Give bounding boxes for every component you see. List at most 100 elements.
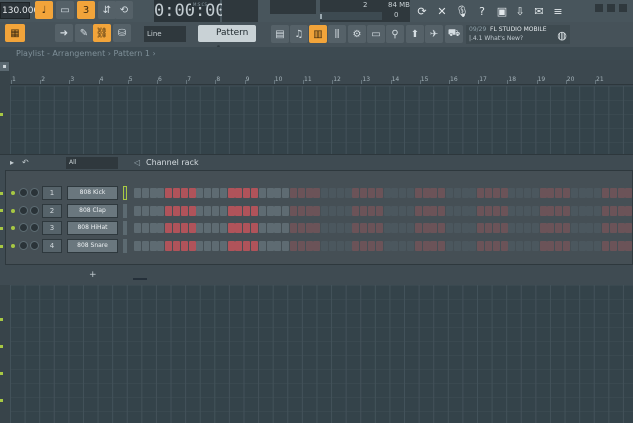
step-button[interactable] bbox=[360, 223, 368, 233]
step-button[interactable] bbox=[586, 206, 594, 216]
step-button[interactable] bbox=[414, 223, 422, 233]
step-button[interactable] bbox=[578, 206, 586, 216]
step-button[interactable] bbox=[188, 188, 196, 198]
step-button[interactable] bbox=[391, 206, 399, 216]
step-button[interactable] bbox=[609, 188, 617, 198]
step-button[interactable] bbox=[539, 206, 547, 216]
step-button[interactable] bbox=[313, 223, 321, 233]
step-button[interactable] bbox=[243, 241, 251, 251]
step-button[interactable] bbox=[594, 241, 602, 251]
step-button[interactable] bbox=[407, 206, 414, 216]
step-button[interactable] bbox=[141, 188, 149, 198]
step-button[interactable] bbox=[305, 206, 313, 216]
step-button[interactable] bbox=[446, 206, 453, 216]
step-button[interactable] bbox=[438, 241, 446, 251]
step-button[interactable] bbox=[196, 188, 204, 198]
step-button[interactable] bbox=[336, 241, 344, 251]
step-button[interactable] bbox=[547, 241, 555, 251]
channel-name-button[interactable]: 808 HiHat bbox=[67, 221, 118, 235]
step-button[interactable] bbox=[360, 206, 368, 216]
channel-mixer-track[interactable]: 1 bbox=[42, 186, 62, 200]
step-button[interactable] bbox=[204, 223, 212, 233]
step-button[interactable] bbox=[539, 223, 547, 233]
step-button[interactable] bbox=[446, 188, 453, 198]
step-button[interactable] bbox=[219, 188, 227, 198]
step-button[interactable] bbox=[461, 223, 469, 233]
step-button[interactable] bbox=[430, 206, 438, 216]
step-button[interactable] bbox=[500, 206, 508, 216]
wait-input-icon[interactable]: ▭ bbox=[56, 1, 74, 19]
step-button[interactable] bbox=[492, 206, 500, 216]
step-button[interactable] bbox=[336, 223, 344, 233]
step-button[interactable] bbox=[477, 241, 485, 251]
playlist-grid-top[interactable] bbox=[10, 86, 633, 154]
step-button[interactable] bbox=[399, 223, 407, 233]
pattern-selector[interactable]: Pattern 1 bbox=[198, 25, 256, 55]
rack-menu-arrow-icon[interactable]: ▸ bbox=[10, 158, 14, 167]
channel-select-indicator[interactable] bbox=[123, 239, 127, 253]
snap-menu-icon[interactable]: ▪ bbox=[0, 62, 9, 71]
step-button[interactable] bbox=[617, 188, 625, 198]
step-button[interactable] bbox=[407, 223, 414, 233]
step-button[interactable] bbox=[508, 206, 516, 216]
step-button[interactable] bbox=[297, 206, 305, 216]
step-button[interactable] bbox=[196, 223, 204, 233]
step-button[interactable] bbox=[305, 223, 313, 233]
step-button[interactable] bbox=[180, 206, 188, 216]
channel-mute-led[interactable] bbox=[11, 244, 15, 248]
step-button[interactable] bbox=[539, 188, 547, 198]
touch-keyboard-icon[interactable]: ⬆ bbox=[406, 25, 424, 43]
step-button[interactable] bbox=[157, 188, 165, 198]
step-button[interactable] bbox=[469, 188, 477, 198]
step-button[interactable] bbox=[516, 223, 524, 233]
song-time-display[interactable]: 0:00:00 bbox=[154, 0, 226, 22]
step-button[interactable] bbox=[617, 223, 625, 233]
mixer-icon[interactable]: ✕ bbox=[433, 2, 451, 20]
channel-rack-icon[interactable]: ▥ bbox=[309, 25, 327, 43]
tempo-display[interactable]: 130.000 bbox=[0, 2, 39, 19]
step-button[interactable] bbox=[570, 188, 578, 198]
microphone-icon[interactable]: 🎙 bbox=[453, 2, 471, 20]
step-button[interactable] bbox=[422, 223, 430, 233]
step-button[interactable] bbox=[368, 206, 375, 216]
step-button[interactable] bbox=[266, 206, 274, 216]
channel-pan-knob[interactable] bbox=[19, 223, 28, 232]
step-button[interactable] bbox=[461, 241, 469, 251]
channel-select-indicator[interactable] bbox=[123, 186, 127, 200]
step-button[interactable] bbox=[134, 188, 141, 198]
channel-volume-knob[interactable] bbox=[30, 206, 39, 215]
step-button[interactable] bbox=[492, 223, 500, 233]
metronome-icon[interactable]: ♩ bbox=[35, 1, 53, 19]
link-icon[interactable]: ⛓ bbox=[93, 24, 111, 42]
pattern-song-mode-icon[interactable]: ▦ bbox=[5, 24, 25, 42]
tempo-tap-icon[interactable]: ≡ bbox=[549, 2, 567, 20]
step-button[interactable] bbox=[430, 223, 438, 233]
step-button[interactable] bbox=[617, 241, 625, 251]
channel-pan-knob[interactable] bbox=[19, 188, 28, 197]
step-button[interactable] bbox=[297, 223, 305, 233]
channel-mixer-track[interactable]: 4 bbox=[42, 239, 62, 253]
step-button[interactable] bbox=[399, 206, 407, 216]
step-button[interactable] bbox=[212, 206, 219, 216]
step-button[interactable] bbox=[453, 206, 461, 216]
step-button[interactable] bbox=[290, 223, 297, 233]
step-button[interactable] bbox=[609, 223, 617, 233]
step-button[interactable] bbox=[290, 188, 297, 198]
step-button[interactable] bbox=[547, 223, 555, 233]
step-button[interactable] bbox=[173, 241, 180, 251]
piano-roll-icon[interactable]: ♫ bbox=[290, 25, 308, 43]
step-button[interactable] bbox=[375, 223, 383, 233]
step-button[interactable] bbox=[547, 188, 555, 198]
step-button[interactable] bbox=[204, 241, 212, 251]
step-button[interactable] bbox=[391, 188, 399, 198]
channel-mute-led[interactable] bbox=[11, 209, 15, 213]
step-button[interactable] bbox=[329, 188, 336, 198]
step-button[interactable] bbox=[243, 206, 251, 216]
step-button[interactable] bbox=[204, 188, 212, 198]
step-button[interactable] bbox=[243, 188, 251, 198]
step-button[interactable] bbox=[227, 241, 235, 251]
step-button[interactable] bbox=[344, 223, 352, 233]
channel-mute-led[interactable] bbox=[11, 191, 15, 195]
step-button[interactable] bbox=[305, 241, 313, 251]
step-button[interactable] bbox=[329, 223, 336, 233]
